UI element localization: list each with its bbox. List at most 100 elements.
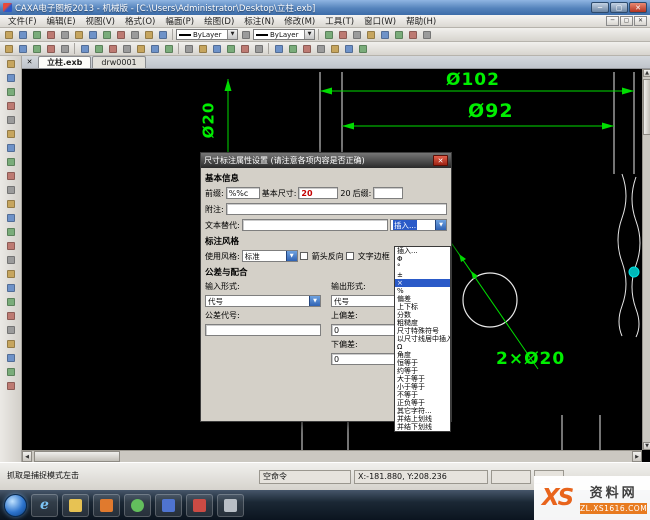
dropdown-option[interactable]: 粗糙度	[395, 319, 450, 327]
use-style-select[interactable]: 标准 ▼	[241, 250, 298, 262]
parallel-line-icon[interactable]	[4, 72, 18, 84]
mirror-icon[interactable]	[4, 352, 18, 364]
grid-toggle-icon[interactable]	[44, 43, 57, 55]
taskbar-app-icon[interactable]	[186, 493, 213, 517]
dropdown-option[interactable]: %	[395, 287, 450, 295]
dropdown-option[interactable]: 尺寸特殊符号	[395, 327, 450, 335]
menu-modify[interactable]: 修改(M)	[279, 15, 320, 27]
dropdown-option[interactable]: 上下标	[395, 303, 450, 311]
point-icon[interactable]	[4, 128, 18, 140]
menu-format[interactable]: 格式(O)	[120, 15, 160, 27]
text-border-checkbox[interactable]	[345, 252, 354, 260]
scroll-down-icon[interactable]: ▼	[643, 442, 650, 450]
dimension-tool-icon[interactable]	[182, 43, 195, 55]
datum-icon[interactable]	[4, 254, 18, 266]
insert-symbol-select[interactable]: 插入... ▼	[390, 219, 447, 231]
layer-settings-icon[interactable]	[322, 29, 335, 41]
menu-view[interactable]: 视图(V)	[81, 15, 120, 27]
text-replace-field[interactable]	[241, 219, 388, 231]
line-icon[interactable]	[4, 58, 18, 70]
scroll-left-icon[interactable]: ◀	[22, 451, 32, 462]
mdi-minimize-icon[interactable]: ─	[606, 16, 619, 26]
bylayer-linetype-select[interactable]: ByLayer ▼	[176, 29, 238, 40]
block-icon[interactable]	[4, 296, 18, 308]
dimension-label-92[interactable]: Ø92	[468, 100, 514, 122]
bylayer-linewidth-select[interactable]: ByLayer ▼	[253, 29, 315, 40]
move-tool-icon[interactable]	[286, 43, 299, 55]
dropdown-option-selected[interactable]: ×	[395, 279, 450, 287]
circle-tool-icon[interactable]	[92, 43, 105, 55]
spline-icon[interactable]	[4, 114, 18, 126]
minimize-icon[interactable]: ─	[591, 2, 609, 13]
horizontal-scroll-thumb[interactable]	[34, 451, 120, 462]
dropdown-option[interactable]: 并结上划线	[395, 415, 450, 423]
mdi-restore-icon[interactable]: ▢	[620, 16, 633, 26]
find-icon[interactable]	[156, 29, 169, 41]
tab-lizhu-exb[interactable]: 立柱.exb	[38, 56, 92, 68]
taskbar-ie-icon[interactable]: e	[31, 493, 58, 517]
dropdown-option[interactable]: 并结下划线	[395, 423, 450, 431]
dropdown-option[interactable]: 以尺寸线居中插入	[395, 335, 450, 343]
dropdown-option[interactable]: °	[395, 263, 450, 271]
maximize-icon[interactable]: ▢	[610, 2, 628, 13]
tab-close-icon[interactable]: ✕	[24, 57, 35, 68]
chevron-down-icon[interactable]: ▼	[435, 220, 446, 230]
redo-icon[interactable]	[128, 29, 141, 41]
menu-draw[interactable]: 绘图(D)	[199, 15, 239, 27]
weld-symbol-icon[interactable]	[4, 282, 18, 294]
roughness-icon[interactable]	[4, 268, 18, 280]
format-brush-icon[interactable]	[142, 29, 155, 41]
dropdown-option[interactable]: 大于等于	[395, 375, 450, 383]
erase-icon[interactable]	[4, 310, 18, 322]
chevron-down-icon[interactable]: ▼	[304, 30, 314, 39]
menu-window[interactable]: 窗口(W)	[359, 15, 401, 27]
rectangle-tool-icon[interactable]	[120, 43, 133, 55]
tolerance-code-field[interactable]	[205, 324, 321, 336]
leader-tool-icon[interactable]	[196, 43, 209, 55]
taskbar-media-icon[interactable]	[93, 493, 120, 517]
note-field[interactable]	[225, 203, 447, 215]
rectangle-icon[interactable]	[4, 170, 18, 182]
text-icon[interactable]	[4, 212, 18, 224]
array-tool-icon[interactable]	[328, 43, 341, 55]
spline-tool-icon[interactable]	[134, 43, 147, 55]
array-icon[interactable]	[4, 366, 18, 378]
dimension-label-2x20[interactable]: 2×Ø20	[496, 349, 565, 369]
open-file-icon[interactable]	[16, 29, 29, 41]
taskbar-word-icon[interactable]	[155, 493, 182, 517]
dropdown-option[interactable]: 小于等于	[395, 383, 450, 391]
regen-icon[interactable]	[406, 29, 419, 41]
vertical-scrollbar[interactable]: ▲ ▼	[642, 69, 650, 450]
rotate-tool-icon[interactable]	[300, 43, 313, 55]
scroll-right-icon[interactable]: ▶	[632, 451, 642, 462]
pan-icon[interactable]	[378, 29, 391, 41]
dimension-label-102[interactable]: Ø102	[446, 70, 500, 90]
snap-toggle-icon[interactable]	[30, 43, 43, 55]
arrow-reverse-checkbox[interactable]	[299, 252, 308, 260]
input-form-select[interactable]: 代号 ▼	[205, 295, 321, 307]
dropdown-option[interactable]: 恒等于	[395, 359, 450, 367]
dropdown-option[interactable]: ±	[395, 271, 450, 279]
select-icon[interactable]	[2, 43, 15, 55]
leader-icon[interactable]	[4, 240, 18, 252]
menu-edit[interactable]: 编辑(E)	[42, 15, 81, 27]
insert-symbol-dropdown-list[interactable]: 插入... Φ ° ± × % 偏差 上下标 分数 粗糙度 尺寸特殊符号 以尺寸…	[394, 246, 451, 432]
text-tool-icon[interactable]	[162, 43, 175, 55]
save-icon[interactable]	[30, 29, 43, 41]
close-icon[interactable]: ✕	[629, 2, 647, 13]
current-color-icon[interactable]	[239, 29, 252, 41]
zoom-in-icon[interactable]	[350, 29, 363, 41]
zoom-out-icon[interactable]	[364, 29, 377, 41]
dropdown-option[interactable]: 偏差	[395, 295, 450, 303]
properties-icon[interactable]	[336, 29, 349, 41]
taskbar-folder-icon[interactable]	[62, 493, 89, 517]
taskbar-app-icon[interactable]	[217, 493, 244, 517]
move-icon[interactable]	[4, 324, 18, 336]
chevron-down-icon[interactable]: ▼	[285, 251, 297, 261]
dropdown-option[interactable]: 插入...	[395, 247, 450, 255]
menu-tools[interactable]: 工具(T)	[320, 15, 359, 27]
menu-help[interactable]: 帮助(H)	[401, 15, 441, 27]
arc-icon[interactable]	[4, 100, 18, 112]
menu-sheet[interactable]: 幅面(P)	[160, 15, 199, 27]
hatch-tool-icon[interactable]	[148, 43, 161, 55]
